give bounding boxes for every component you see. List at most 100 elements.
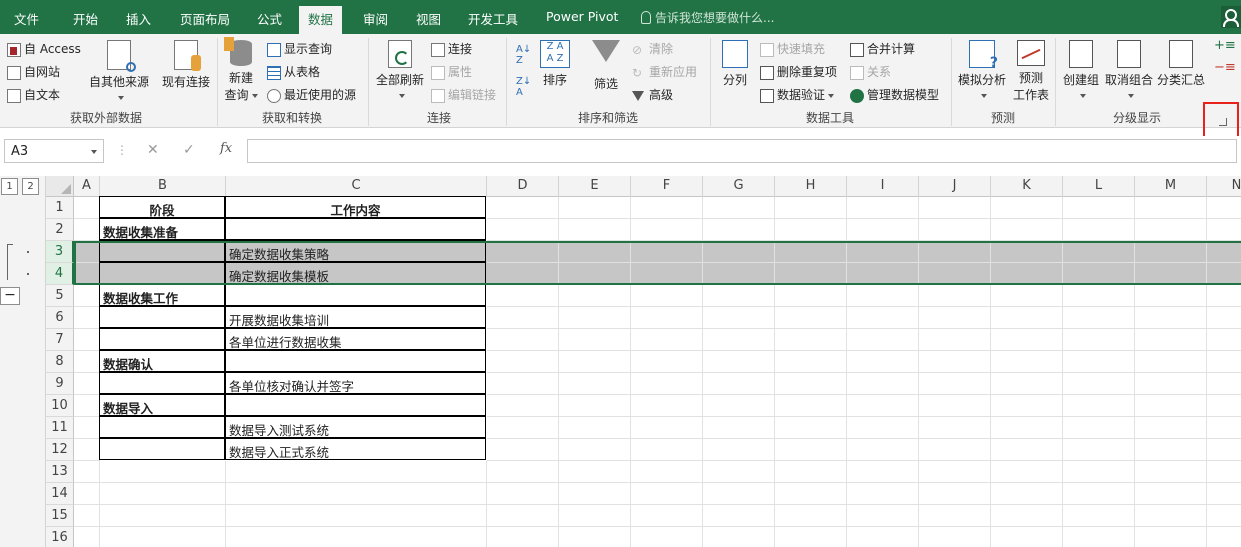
cell-d9[interactable] — [487, 373, 559, 395]
cell-e4[interactable] — [559, 263, 631, 285]
cell-i16[interactable] — [847, 527, 919, 547]
column-header-i[interactable]: I — [847, 176, 919, 197]
cell-k12[interactable] — [991, 439, 1063, 461]
cell-f3[interactable] — [631, 241, 703, 263]
tab-formulas[interactable]: 公式 — [257, 9, 282, 28]
column-header-h[interactable]: H — [775, 176, 847, 197]
cell-f8[interactable] — [631, 351, 703, 373]
cell-i9[interactable] — [847, 373, 919, 395]
cell-h16[interactable] — [775, 527, 847, 547]
cell-c13[interactable] — [226, 461, 487, 483]
cell-c10[interactable] — [225, 394, 486, 416]
cell-m8[interactable] — [1135, 351, 1207, 373]
tab-insert[interactable]: 插入 — [126, 9, 151, 28]
cell-l13[interactable] — [1063, 461, 1135, 483]
tab-page-layout[interactable]: 页面布局 — [180, 9, 230, 28]
cell-e7[interactable] — [559, 329, 631, 351]
cell-m4[interactable] — [1135, 263, 1207, 285]
cell-a3[interactable] — [74, 241, 100, 263]
show-queries-button[interactable]: 显示查询 — [267, 40, 332, 57]
remove-duplicates-button[interactable]: 删除重复项 — [760, 63, 837, 80]
cell-f9[interactable] — [631, 373, 703, 395]
cell-d2[interactable] — [487, 219, 559, 241]
cell-j1[interactable] — [919, 197, 991, 219]
cell-a11[interactable] — [74, 417, 100, 439]
cell-n10[interactable] — [1207, 395, 1241, 417]
cell-j7[interactable] — [919, 329, 991, 351]
cell-a5[interactable] — [74, 285, 100, 307]
cell-c6[interactable]: 开展数据收集培训 — [225, 306, 486, 328]
cell-l6[interactable] — [1063, 307, 1135, 329]
cell-g6[interactable] — [703, 307, 775, 329]
advanced-filter-button[interactable]: 高级 — [632, 86, 673, 103]
cell-c14[interactable] — [226, 483, 487, 505]
cell-j16[interactable] — [919, 527, 991, 547]
tab-developer[interactable]: 开发工具 — [468, 9, 518, 28]
cell-h4[interactable] — [775, 263, 847, 285]
cell-m7[interactable] — [1135, 329, 1207, 351]
cell-m1[interactable] — [1135, 197, 1207, 219]
cell-e5[interactable] — [559, 285, 631, 307]
tab-view[interactable]: 视图 — [416, 9, 441, 28]
cell-k15[interactable] — [991, 505, 1063, 527]
cell-a12[interactable] — [74, 439, 100, 461]
cell-m5[interactable] — [1135, 285, 1207, 307]
cell-h3[interactable] — [775, 241, 847, 263]
row-header-6[interactable]: 6 — [46, 307, 74, 329]
cell-f10[interactable] — [631, 395, 703, 417]
from-text-button[interactable]: 自文本 — [7, 86, 60, 103]
cell-d8[interactable] — [487, 351, 559, 373]
from-web-button[interactable]: 自网站 — [7, 63, 60, 80]
cell-j8[interactable] — [919, 351, 991, 373]
cell-f1[interactable] — [631, 197, 703, 219]
formula-input[interactable] — [247, 139, 1237, 163]
cell-l11[interactable] — [1063, 417, 1135, 439]
cell-g7[interactable] — [703, 329, 775, 351]
cell-c5[interactable] — [225, 284, 486, 306]
refresh-all-button[interactable]: 全部刷新 — [374, 40, 426, 102]
cell-a8[interactable] — [74, 351, 100, 373]
cell-n5[interactable] — [1207, 285, 1241, 307]
cell-e16[interactable] — [559, 527, 631, 547]
show-detail-button[interactable]: +≡ — [1214, 38, 1236, 53]
cell-g11[interactable] — [703, 417, 775, 439]
cell-d4[interactable] — [487, 263, 559, 285]
cell-b5[interactable]: 数据收集工作 — [99, 284, 225, 306]
cell-d11[interactable] — [487, 417, 559, 439]
cell-e14[interactable] — [559, 483, 631, 505]
row-header-5[interactable]: 5 — [46, 285, 74, 307]
cell-e6[interactable] — [559, 307, 631, 329]
edit-links-button[interactable]: 编辑链接 — [431, 86, 496, 103]
hide-detail-button[interactable]: −≡ — [1214, 60, 1236, 75]
cell-k2[interactable] — [991, 219, 1063, 241]
subtotal-button[interactable]: 分类汇总 — [1157, 40, 1205, 88]
cell-l7[interactable] — [1063, 329, 1135, 351]
cell-g5[interactable] — [703, 285, 775, 307]
column-header-c[interactable]: C — [226, 176, 487, 197]
cell-g4[interactable] — [703, 263, 775, 285]
cell-b11[interactable] — [99, 416, 225, 438]
cell-l16[interactable] — [1063, 527, 1135, 547]
clear-filter-button[interactable]: ⊘ 清除 — [632, 40, 673, 57]
cell-a16[interactable] — [74, 527, 100, 547]
cell-c16[interactable] — [226, 527, 487, 547]
ungroup-button[interactable]: 取消组合 — [1104, 40, 1154, 102]
select-all-button[interactable] — [46, 176, 74, 197]
cell-i6[interactable] — [847, 307, 919, 329]
cell-l1[interactable] — [1063, 197, 1135, 219]
cell-i11[interactable] — [847, 417, 919, 439]
tab-review[interactable]: 审阅 — [363, 9, 388, 28]
cell-f2[interactable] — [631, 219, 703, 241]
cell-b12[interactable] — [99, 438, 225, 460]
cell-i3[interactable] — [847, 241, 919, 263]
cell-d15[interactable] — [487, 505, 559, 527]
cell-h9[interactable] — [775, 373, 847, 395]
relationships-button[interactable]: 关系 — [850, 63, 891, 80]
cell-j15[interactable] — [919, 505, 991, 527]
sort-az-button[interactable]: A↓ Z — [516, 44, 531, 66]
cell-h6[interactable] — [775, 307, 847, 329]
column-header-e[interactable]: E — [559, 176, 631, 197]
cell-n9[interactable] — [1207, 373, 1241, 395]
cell-i4[interactable] — [847, 263, 919, 285]
cell-c11[interactable]: 数据导入测试系统 — [225, 416, 486, 438]
